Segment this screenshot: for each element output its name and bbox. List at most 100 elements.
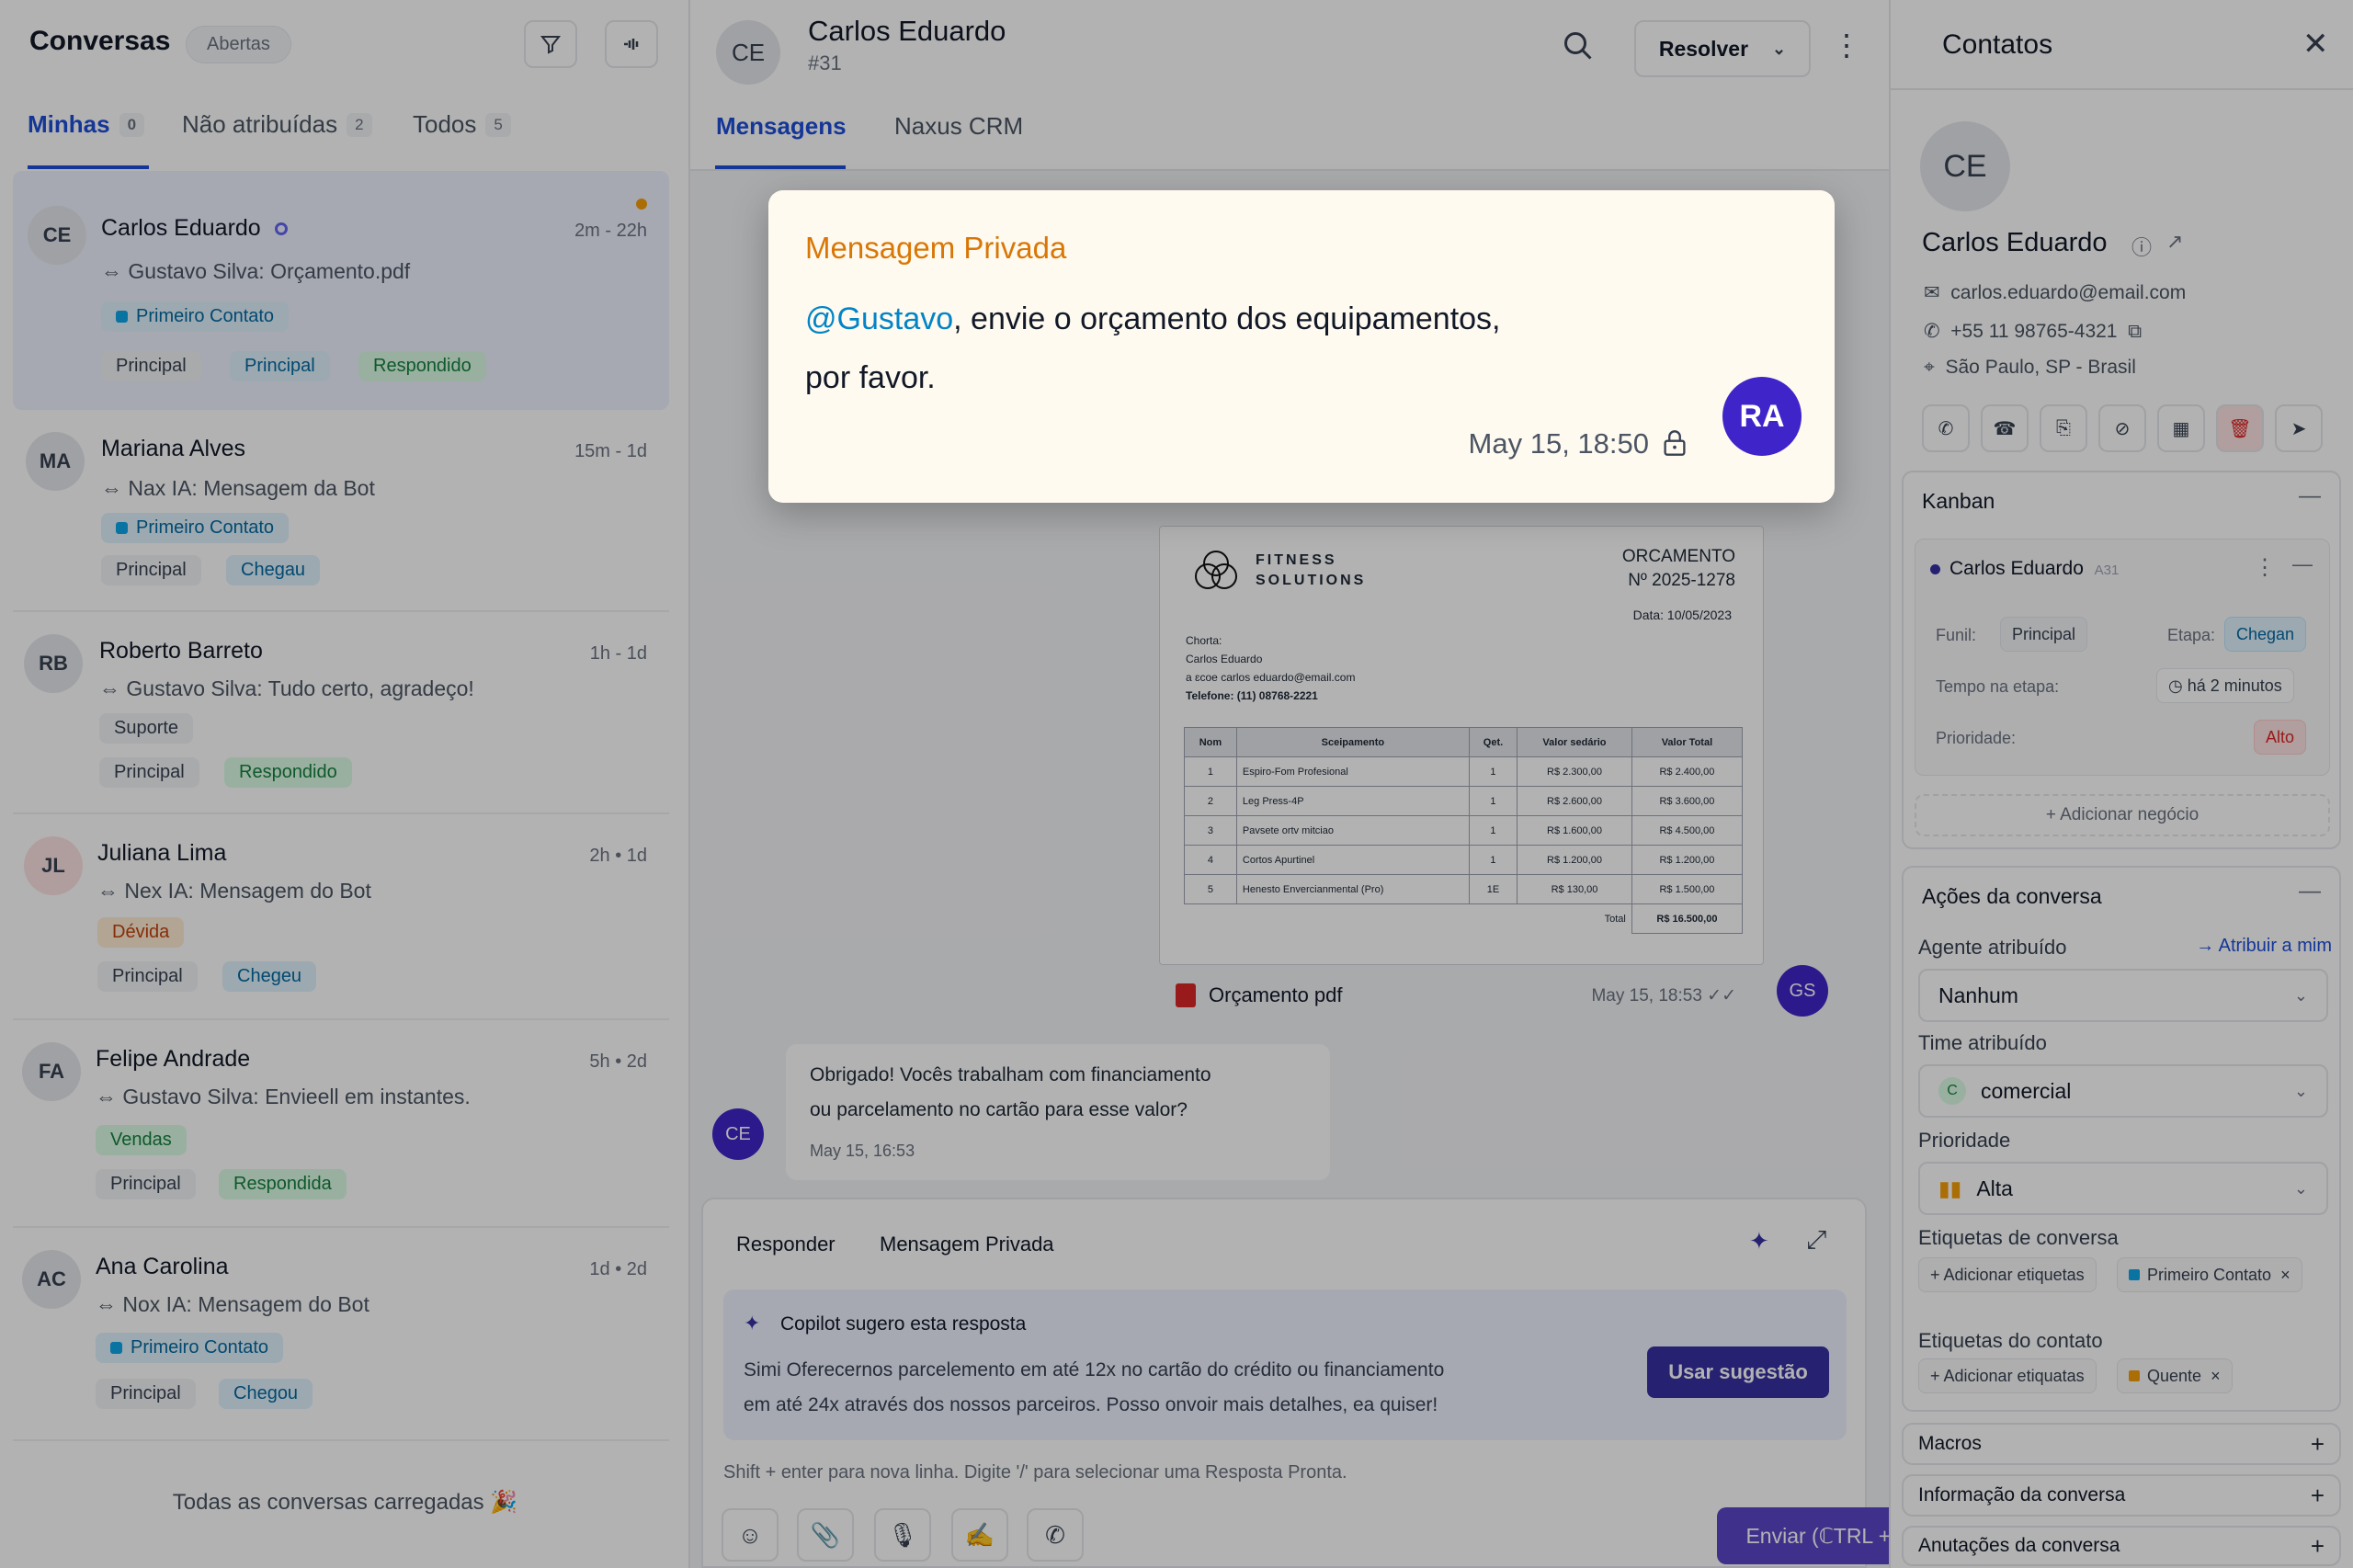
signature-button[interactable]: ✍ [951,1508,1008,1562]
tab-messages[interactable]: Mensagens [716,112,847,141]
remove-tag-icon[interactable]: × [2211,1367,2221,1386]
whatsapp-action[interactable]: ✆ [1922,404,1970,452]
signature-icon: ✍ [964,1520,995,1549]
doc-brand: FITNESS [1256,552,1337,568]
info-icon[interactable]: ⓘ [2131,232,2152,261]
team-avatar: C [1938,1077,1966,1105]
avatar: CE [712,1108,764,1160]
conversation-item-ana[interactable]: AC Ana Carolina 1d • 2d ⇔ Nox IA: Mensag… [13,1237,669,1441]
agent-select[interactable]: Nanhum ⌄ [1918,969,2328,1022]
field-label: Etiquetas de conversa [1918,1226,2119,1249]
conversation-item-mariana[interactable]: MA Mariana Alves 15m - 1d ⇔ Nax IA: Mens… [13,419,669,612]
popup-title: Mensagem Privada [805,231,1067,265]
tab-crm[interactable]: Naxus CRM [894,112,1023,141]
assign-to-me-link[interactable]: → Atribuir a mim [2196,936,2332,957]
sort-button[interactable] [605,20,658,68]
plus-icon: + [2310,1429,2325,1458]
conversation-time: 2m - 22h [574,221,647,241]
audio-button[interactable]: 🎙 [874,1508,931,1562]
private-message-popup: Mensagem Privada @Gustavo, envie o orçam… [768,190,1835,503]
conversation-item-carlos[interactable]: CE Carlos Eduardo 2m - 22h ⇔ Gustavo Sil… [13,171,669,410]
section-title: Kanban [1922,489,1995,513]
doc-title: ORCAMENTO [1621,547,1735,566]
field-label: Prioridade [1918,1129,2011,1152]
call-action[interactable]: ☎ [1981,404,2029,452]
calendar-action[interactable]: ▦ [2157,404,2205,452]
deal-card[interactable]: Carlos Eduardo A31 ⋮ — Funil: Principal … [1915,539,2330,776]
company-logo [1195,551,1237,589]
ai-sparkle-icon[interactable]: ✦ [1749,1227,1769,1256]
priority-select[interactable]: ▮▮ Alta ⌄ [1918,1162,2328,1215]
delete-action[interactable]: 🗑 [2216,404,2264,452]
add-conversation-tag-button[interactable]: + Adicionar etiquetas [1918,1257,2097,1292]
close-icon[interactable]: ✕ [2302,26,2329,62]
tab-all[interactable]: Todos 5 [413,110,511,139]
emoji-button[interactable]: ☺ [722,1508,779,1562]
more-options-icon[interactable]: ⋮ [1832,28,1861,62]
message-text: ou parcelamento no cartão para esse valo… [810,1099,1188,1120]
search-button[interactable] [1562,29,1595,67]
conversation-item-roberto[interactable]: RB Roberto Barreto 1h - 1d ⇔ Gustavo Sil… [13,621,669,814]
attachment-footer[interactable]: Orçamento pdf May 15, 18:53 ✓✓ [1159,972,1764,1018]
add-deal-button[interactable]: + Adicionar negócio [1915,794,2330,836]
more-options-icon[interactable]: ⋮ [2254,554,2276,581]
tab-unassigned[interactable]: Não atribuídas 2 [182,110,372,139]
contact-phone: ✆ +55 11 98765-4321 ⧉ [1924,321,2143,342]
last-message-preview: ⇔ Nex IA: Mensagem do Bot [97,879,371,903]
tab-reply[interactable]: Responder [736,1233,835,1256]
expand-icon[interactable]: ⤢ [1806,1225,1826,1256]
kanban-section: Kanban — Carlos Eduardo A31 ⋮ — Funil: P… [1902,471,2341,849]
block-action[interactable]: ⊘ [2098,404,2146,452]
avatar: GS [1777,965,1828,1017]
collapse-icon[interactable]: — [2299,483,2321,509]
stage-tag: Chegau [226,555,321,585]
calendar-icon: ▦ [2172,418,2190,439]
field-label: Agente atribuído [1918,936,2067,959]
funnel-tag: Principal [230,351,330,381]
conversation-notes-section[interactable]: Anutações da conversa + [1902,1526,2341,1566]
send-action[interactable]: ➤ [2275,404,2323,452]
status-filter-pill[interactable]: Abertas [186,26,291,63]
copy-icon[interactable]: ⧉ [2128,321,2142,342]
conversation-item-felipe[interactable]: FA Felipe Andrade 5h • 2d ⇔ Gustavo Silv… [13,1029,669,1228]
conversation-info-section[interactable]: Informação da conversa + [1902,1474,2341,1517]
contact-name: Roberto Barreto [99,638,263,664]
whatsapp-button[interactable]: ✆ [1027,1508,1084,1562]
section-title: Ações da conversa [1922,884,2102,908]
active-tab-indicator [715,165,846,169]
use-suggestion-button[interactable]: Usar sugestão [1647,1346,1829,1398]
team-select[interactable]: Ccomercial ⌄ [1918,1064,2328,1118]
message-time: May 15, 16:53 [810,1142,915,1160]
clock-icon: ◷ [2168,676,2183,695]
doc-brand: SOLUTIONS [1256,573,1367,588]
conversation-item-juliana[interactable]: JL Juliana Lima 2h • 1d ⇔ Nex IA: Mensag… [13,824,669,1020]
tab-private-note[interactable]: Mensagem Privada [880,1233,1054,1256]
tab-mine[interactable]: Minhas 0 [28,110,145,139]
emoji-icon: ☺ [737,1520,763,1549]
filter-button[interactable] [524,20,577,68]
resolve-button[interactable]: Resolver ⌄ [1634,20,1811,77]
microphone-icon: 🎙 [887,1520,918,1549]
divider [1891,88,2353,90]
remove-tag-icon[interactable]: × [2280,1266,2290,1285]
attach-action[interactable]: ⎘ [2040,404,2087,452]
contact-location: ⌖ São Paulo, SP - Brasil [1924,357,2136,378]
contact-tag: Quente × [2117,1358,2233,1393]
last-message-preview: ⇔ Nax IA: Mensagem da Bot [101,476,375,500]
last-message-preview: ⇔ Gustavo Silva: Tudo certo, agradeço! [99,676,474,700]
document-preview[interactable]: FITNESS SOLUTIONS ORCAMENTO Nº 2025-1278… [1159,526,1764,965]
conversation-time: 1h - 1d [589,643,647,664]
add-contact-tag-button[interactable]: + Adicionar etiquatas [1918,1358,2097,1393]
chevron-down-icon: ⌄ [1772,39,1787,58]
collapse-icon[interactable]: — [2292,552,2313,576]
macros-section[interactable]: Macros + [1902,1423,2341,1465]
contact-name: Carlos Eduardo [101,215,288,242]
attach-button[interactable]: 📎 [797,1508,854,1562]
stage-tag: Chegeu [222,961,317,992]
tab-count: 0 [119,112,145,137]
avatar: MA [26,432,85,491]
collapse-icon[interactable]: — [2299,879,2321,904]
mention[interactable]: @Gustavo [805,301,953,336]
send-icon: ➤ [2290,418,2307,439]
external-link-icon[interactable]: ↗ [2166,230,2183,254]
